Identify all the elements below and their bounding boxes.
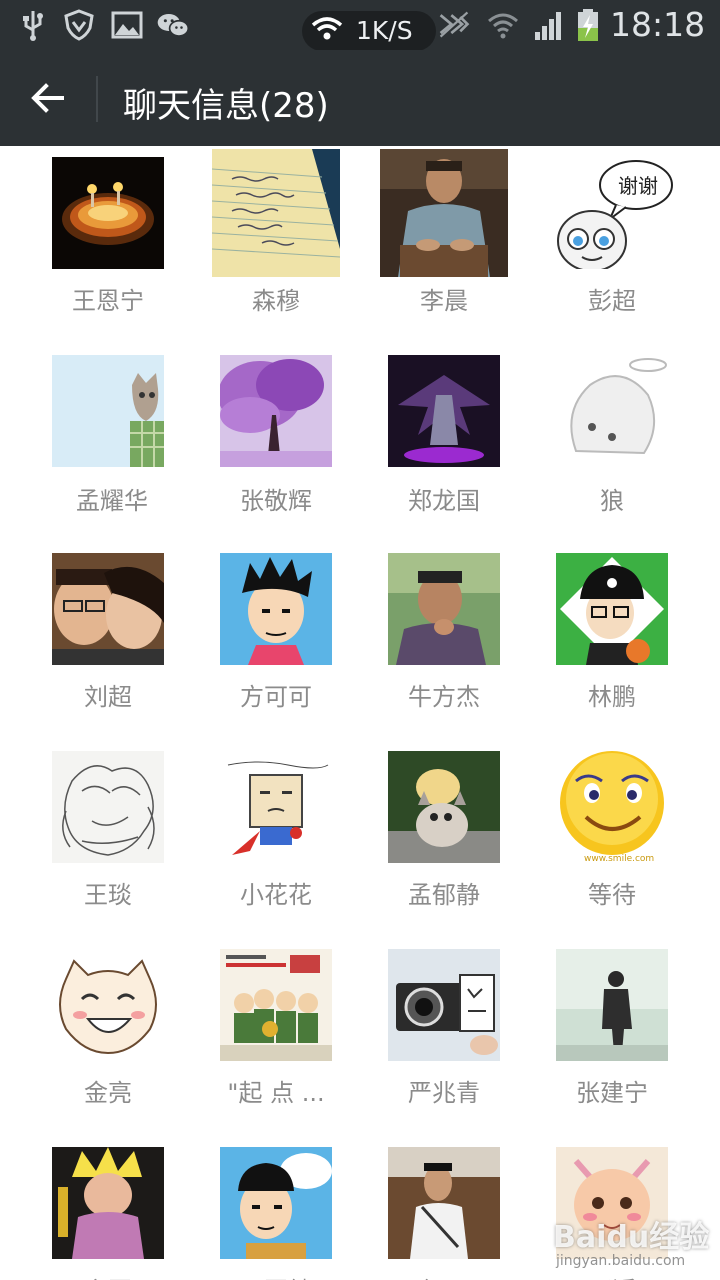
member-item[interactable]: 方可可 [220,553,380,743]
member-item[interactable]: 森穆 [212,149,372,339]
member-item[interactable]: 金亮 [52,949,212,1139]
title-divider [96,76,98,122]
avatar [212,149,340,277]
member-item[interactable]: 张敬辉 [220,355,380,545]
title-bar: 聊天信息(28) [0,50,720,146]
avatar [388,355,500,467]
back-button[interactable] [0,50,96,146]
member-name: 方可可 [240,683,312,711]
avatar [52,553,164,665]
member-name: 严兆青 [408,1079,480,1107]
image-icon [111,11,143,39]
back-arrow-icon [31,83,64,113]
avatar [52,1147,164,1259]
watermark-brand: Baidu经验 [553,1220,710,1255]
status-bar: 1K/S 18:18 [0,0,720,51]
member-name: 刘超 [84,683,132,711]
avatar-site-text: www.smile.com [584,854,654,863]
member-name: 孟耀华 [76,487,148,515]
member-item[interactable]: 刘超 [52,553,212,743]
member-item[interactable]: 张建宁 [556,949,716,1139]
member-item[interactable]: 李晨 [380,149,540,339]
member-name: 郑龙国 [408,487,480,515]
member-name: 牛方杰 [408,683,480,711]
member-name: 张敬辉 [240,487,312,515]
member-name: 邓近 [556,1271,668,1280]
member-name: 金亮 [84,1079,132,1107]
usb-icon [23,11,43,41]
member-name: 森穆 [252,287,300,315]
member-item[interactable]: 王琰 [52,751,212,941]
clock: 18:18 [610,5,706,44]
avatar [220,949,332,1061]
avatar [52,355,164,467]
member-name: 孟郁静 [408,881,480,909]
avatar [388,949,500,1061]
member-name: 林鹏 [588,683,636,711]
member-name: 纪玉 [388,1271,500,1280]
avatar [52,751,164,863]
member-name: 狼 [600,487,624,515]
avatar: 谢谢 [554,157,674,269]
member-name: 马国健 [220,1271,332,1280]
avatar [220,1147,332,1259]
wifi-icon [311,17,343,40]
avatar [388,751,500,863]
avatar: www.smile.com [556,751,668,863]
shield-icon [64,9,94,41]
signal-blocked-icon [439,11,470,38]
speech-bubble-text: 谢谢 [618,174,658,198]
member-name: 宇图 [52,1271,164,1280]
avatar [556,949,668,1061]
member-item[interactable]: 严兆青 [388,949,548,1139]
member-item[interactable]: 宇图 [52,1147,212,1280]
watermark-url: jingyan.baidu.com [556,1253,686,1269]
member-name: "起 点 ... [227,1079,325,1107]
member-item[interactable]: 孟耀华 [52,355,212,545]
avatar [388,553,500,665]
member-item[interactable]: 马国健 [220,1147,380,1280]
member-name: 张建宁 [576,1079,648,1107]
member-name: 等待 [588,881,636,909]
member-item[interactable]: 狼 [556,355,716,545]
avatar [220,355,332,467]
avatar [556,553,668,665]
avatar [556,355,668,467]
avatar [220,553,332,665]
member-name: 彭超 [588,287,636,315]
member-item[interactable]: 王恩宁 [52,157,212,347]
member-item[interactable]: 牛方杰 [388,553,548,743]
member-item[interactable]: 谢谢 彭超 [554,157,714,347]
signal-icon [535,12,561,40]
wifi-icon [488,13,518,39]
battery-charging-icon [578,9,598,41]
member-item[interactable]: "起 点 ... [220,949,380,1139]
member-item[interactable]: 林鹏 [556,553,716,743]
network-speed: 1K/S [356,16,413,45]
member-item[interactable]: 孟郁静 [388,751,548,941]
avatar [52,949,164,1061]
member-item[interactable]: 郑龙国 [388,355,548,545]
member-item[interactable]: 小花花 [220,751,380,941]
member-name: 王琰 [84,881,132,909]
avatar [220,751,332,863]
avatar [52,157,164,269]
avatar [380,149,508,277]
avatar [388,1147,500,1259]
member-item[interactable]: 纪玉 [388,1147,548,1280]
member-name: 李晨 [420,287,468,315]
wechat-icon [157,13,190,37]
member-name: 小花花 [240,881,312,909]
page-title: 聊天信息(28) [123,86,329,126]
member-item[interactable]: www.smile.com 等待 [556,751,716,941]
member-grid: 王恩宁 森穆 李晨 谢谢 彭超 孟耀华 张敬辉 郑龙国 狼 刘超 方可可 牛方杰… [0,146,720,1280]
member-name: 王恩宁 [72,287,144,315]
